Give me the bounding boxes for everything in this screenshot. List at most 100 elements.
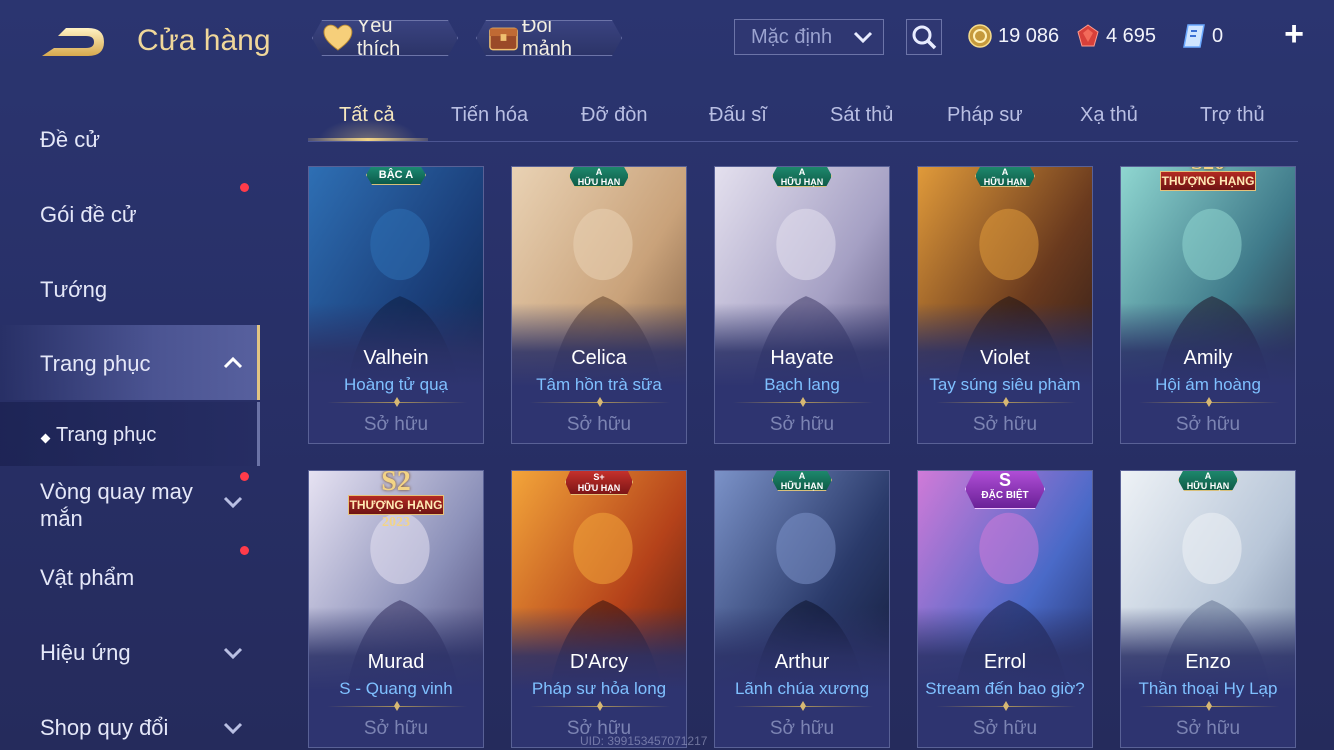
sidebar-item-label: Hiệu ứng xyxy=(40,640,131,665)
rarity-badge: S20THƯỢNG HẠNG xyxy=(1160,167,1256,191)
back-arrow-icon[interactable] xyxy=(36,22,108,62)
sort-dropdown[interactable]: Mặc định xyxy=(734,19,884,55)
hero-name: Errol xyxy=(983,651,1027,673)
chest-icon xyxy=(487,23,520,53)
skin-name: Thần thoại Hy Lạp xyxy=(1138,679,1278,698)
badge-subtitle: HỮU HẠN xyxy=(1186,481,1230,491)
exchange-label: Đổi mảnh xyxy=(521,15,572,60)
sidebar-item-label: Vật phẩm xyxy=(40,565,135,590)
tab-all[interactable]: Tất cả xyxy=(339,104,395,127)
rarity-badge: BẬC A xyxy=(366,167,426,185)
badge-grade: A xyxy=(1204,471,1212,481)
sidebar-item-effects[interactable]: Hiệu ứng xyxy=(0,615,260,690)
gold-amount: 19 086 xyxy=(998,24,1060,47)
rarity-badge: A HỮU HẠN xyxy=(1178,471,1238,491)
badge-grade: A xyxy=(595,167,603,177)
skin-name: Tâm hồn trà sữa xyxy=(536,375,662,394)
hero-name: Hayate xyxy=(770,347,834,369)
favorites-label: Yêu thích xyxy=(356,15,401,60)
ruby-balance: 4 695 xyxy=(1076,20,1156,52)
skin-card[interactable]: A HỮU HẠN Celica Tâm hồn trà sữa Sở hữu xyxy=(511,166,687,444)
search-button[interactable] xyxy=(906,19,942,55)
sidebar-item-recommended[interactable]: Đề cử xyxy=(0,100,260,175)
owned-status: Sở hữu xyxy=(566,414,632,435)
skin-card[interactable]: S2 THƯỢNG HẠNG 2023 Murad S - Quang vinh Sở h… xyxy=(308,470,484,748)
ruby-amount: 4 695 xyxy=(1106,24,1157,47)
badge-subtitle: HỮU HẠN xyxy=(780,177,824,187)
search-icon xyxy=(912,25,937,50)
voucher-amount: 0 xyxy=(1212,24,1224,47)
skin-name: Hoàng tử quạ xyxy=(343,375,448,394)
skin-name: Stream đến bao giờ? xyxy=(925,679,1085,698)
sidebar-item-heroes[interactable]: Tướng xyxy=(0,250,260,325)
badge-subtitle: HỮU HẠN xyxy=(983,177,1027,187)
tab-tank[interactable]: Đỡ đòn xyxy=(581,104,647,127)
skin-card[interactable]: BẬC A Valhein Hoàng tử quạ Sở hữu xyxy=(308,166,484,444)
skin-name: Lãnh chúa xương xyxy=(734,679,870,698)
tab-support[interactable]: Trợ thủ xyxy=(1200,104,1265,127)
sidebar-item-label: Tướng xyxy=(40,277,108,302)
hero-name: Violet xyxy=(980,347,1030,369)
sidebar-item-label: Shop quy đổi xyxy=(40,715,169,740)
tab-marksman[interactable]: Xạ thủ xyxy=(1080,104,1138,127)
chevron-down-icon xyxy=(223,496,243,509)
skin-card[interactable]: A HỮU HẠN Violet Tay súng siêu phàm Sở hữu xyxy=(917,166,1093,444)
sidebar-subitem-skins[interactable]: Trang phục xyxy=(0,402,260,466)
sidebar-item-recommended-packs[interactable]: Gói đề cử xyxy=(0,175,260,250)
rarity-badge: A HỮU HẠN xyxy=(772,167,832,187)
heart-icon xyxy=(323,24,353,52)
skin-name: Pháp sư hỏa long xyxy=(531,679,667,698)
skin-card[interactable]: S ĐẶC BIỆT Errol Stream đến bao giờ? Sở hữu xyxy=(917,470,1093,748)
skin-card[interactable]: A HỮU HẠN Hayate Bạch lang Sở hữu xyxy=(714,166,890,444)
chevron-down-icon xyxy=(223,647,243,660)
sidebar-item-lucky-wheel[interactable]: Vòng quay may mắn xyxy=(0,470,260,540)
skin-card[interactable]: A HỮU HẠN Arthur Lãnh chúa xương Sở hữu xyxy=(714,470,890,748)
owned-status: Sở hữu xyxy=(363,414,429,435)
tab-fighter[interactable]: Đấu sĩ xyxy=(709,104,767,127)
sidebar-item-items[interactable]: Vật phẩm xyxy=(0,540,260,615)
hero-name: Arthur xyxy=(774,651,830,673)
hero-name: Amily xyxy=(1183,347,1233,369)
sidebar-item-label: Trang phục xyxy=(56,424,157,446)
favorites-button[interactable]: Yêu thích xyxy=(312,20,458,56)
user-id-watermark: UID: 399153457071217 xyxy=(580,734,708,748)
owned-status: Sở hữu xyxy=(363,718,429,739)
sidebar-item-label: Đề cử xyxy=(40,127,100,152)
sidebar-item-label: Trang phục xyxy=(40,351,151,376)
badge-year: 2023 xyxy=(382,515,410,530)
voucher-icon xyxy=(1183,24,1205,48)
category-tabs: Tất cả Tiến hóa Đỡ đòn Đấu sĩ Sát thủ Ph… xyxy=(308,98,1298,142)
hero-name: Murad xyxy=(367,651,425,673)
ruby-gem-icon xyxy=(1077,24,1099,47)
skin-card[interactable]: S+ HỮU HẠN D'Arcy Pháp sư hỏa long Sở hữu xyxy=(511,470,687,748)
badge-season: S2 xyxy=(381,470,411,497)
badge-grade: S+ xyxy=(593,472,605,482)
sidebar-item-label: Gói đề cử xyxy=(40,202,137,227)
owned-status: Sở hữu xyxy=(769,414,835,435)
bullet-diamond-icon xyxy=(40,433,51,444)
owned-status: Sở hữu xyxy=(972,718,1038,739)
badge-subtitle: THƯỢNG HẠNG xyxy=(348,495,444,515)
owned-status: Sở hữu xyxy=(972,414,1038,435)
badge-grade: A xyxy=(798,471,806,481)
sidebar-item-exchange-shop[interactable]: Shop quy đổi xyxy=(0,690,260,750)
top-bar: Cửa hàng Yêu thích Đổi mảnh Mặc định 19 xyxy=(0,0,1334,80)
skin-card[interactable]: A HỮU HẠN Enzo Thần thoại Hy Lạp Sở hữu xyxy=(1120,470,1296,748)
rarity-badge: S+ HỮU HẠN xyxy=(565,471,633,495)
tab-mage[interactable]: Pháp sư xyxy=(947,104,1023,127)
owned-status: Sở hữu xyxy=(1175,414,1241,435)
tab-assassin[interactable]: Sát thủ xyxy=(830,104,893,127)
rarity-badge: A HỮU HẠN xyxy=(569,167,629,187)
page-title: Cửa hàng xyxy=(137,24,271,57)
exchange-shards-button[interactable]: Đổi mảnh xyxy=(476,20,622,56)
tab-evolution[interactable]: Tiến hóa xyxy=(451,104,528,127)
skin-card[interactable]: S20THƯỢNG HẠNG Amily Hội ám hoàng Sở hữu xyxy=(1120,166,1296,444)
sidebar-item-skins[interactable]: Trang phục xyxy=(0,325,260,400)
add-currency-button[interactable]: + xyxy=(1280,17,1308,51)
skin-name: S - Quang vinh xyxy=(339,679,453,698)
badge-subtitle: HỮU HẠN xyxy=(577,483,621,493)
sort-selected-value: Mặc định xyxy=(751,25,833,48)
gold-balance: 19 086 xyxy=(968,20,1059,52)
badge-subtitle: HỮU HẠN xyxy=(780,481,824,491)
owned-status: Sở hữu xyxy=(1175,718,1241,739)
